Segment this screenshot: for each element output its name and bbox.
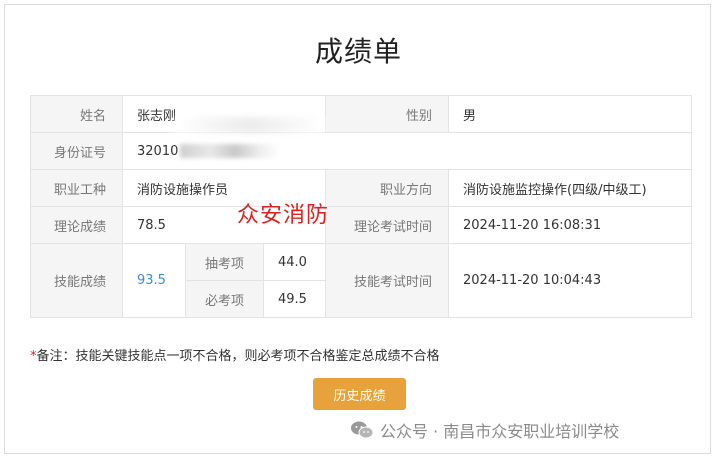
required-value: 49.5 — [262, 280, 327, 318]
transcript-table: 姓名 张志刚 性别 男 身份证号 32010 职业工种 消防设施操作员 职业方向… — [30, 95, 693, 318]
wechat-account-text: 公众号 · 南昌市众安职业培训学校 — [380, 422, 620, 441]
table-row: 姓名 张志刚 性别 男 — [30, 95, 693, 133]
watermark: 众安消防 — [237, 203, 330, 228]
theory-time-label: 理论考试时间 — [325, 206, 450, 244]
skill-time-value: 2024-11-20 10:04:43 — [448, 243, 693, 318]
gender-label: 性别 — [325, 95, 450, 133]
table-row: 身份证号 32010 — [30, 132, 693, 170]
id-value: 32010 — [137, 143, 179, 159]
required-label: 必考项 — [185, 280, 264, 318]
wechat-icon — [351, 421, 374, 439]
theory-time-value: 2024-11-20 16:08:31 — [448, 206, 693, 244]
skill-time-label: 技能考试时间 — [325, 243, 450, 318]
sample-label: 抽考项 — [185, 243, 264, 281]
theory-label: 理论成绩 — [30, 206, 123, 244]
direction-value: 消防设施监控操作(四级/中级工) — [448, 169, 693, 207]
id-value-cell: 32010 — [121, 132, 693, 170]
remark-text: 备注：技能关键技能点一项不合格，则必考项不合格鉴定总成绩不合格 — [36, 349, 440, 364]
table-row: 职业工种 消防设施操作员 职业方向 消防设施监控操作(四级/中级工) — [30, 169, 693, 207]
remark-note: *备注：技能关键技能点一项不合格，则必考项不合格鉴定总成绩不合格 — [30, 345, 440, 364]
gender-value: 男 — [448, 95, 693, 133]
skill-label: 技能成绩 — [30, 243, 123, 318]
skill-value: 93.5 — [122, 243, 186, 318]
page-title: 成绩单 — [314, 35, 402, 68]
wechat-footer: 公众号 · 南昌市众安职业培训学校 — [350, 418, 619, 442]
direction-label: 职业方向 — [325, 169, 450, 207]
redaction-blur — [175, 117, 325, 133]
table-row: 技能成绩 93.5 抽考项 44.0 技能考试时间 2024-11-20 10:… — [30, 243, 693, 318]
name-label: 姓名 — [30, 95, 123, 133]
redaction-blur — [180, 144, 281, 158]
id-label: 身份证号 — [30, 132, 123, 170]
history-scores-button[interactable]: 历史成绩 — [313, 378, 406, 410]
job-label: 职业工种 — [30, 169, 123, 207]
table-row: 理论成绩 78.5 理论考试时间 2024-11-20 16:08:31 — [30, 206, 693, 244]
sample-value: 44.0 — [262, 243, 327, 281]
